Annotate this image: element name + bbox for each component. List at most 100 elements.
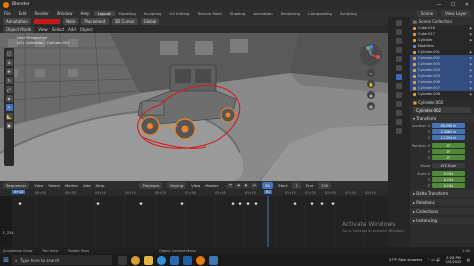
location-z-field[interactable]: 2.1394 m xyxy=(432,135,465,140)
timeline-marker-menu[interactable]: Marker xyxy=(205,183,218,188)
scene-tab-icon[interactable] xyxy=(396,56,402,62)
move-icon[interactable]: ✥ xyxy=(5,68,13,75)
workspace-tab-texture-paint[interactable]: Texture Paint xyxy=(193,11,226,16)
measure-icon[interactable]: 📐 xyxy=(5,113,13,120)
chrome-icon[interactable] xyxy=(131,255,140,265)
eye-icon[interactable]: ◉ xyxy=(469,38,472,42)
menu-window[interactable]: Window xyxy=(53,11,77,16)
jump-end-icon[interactable]: ⏭ xyxy=(251,182,258,188)
location-y-field[interactable]: 2.5062 m xyxy=(432,129,465,134)
seq-menu-select[interactable]: Select xyxy=(48,183,60,188)
output-tab-icon[interactable] xyxy=(396,38,402,44)
taskbar-search-box[interactable]: ⌕ Type here to search xyxy=(12,255,112,265)
cursor-selector[interactable]: 3D Cursor xyxy=(111,17,138,25)
tray-icons[interactable]: ⌃ ▭ 🔊 xyxy=(427,258,440,262)
scale-icon[interactable]: ⤢ xyxy=(5,86,13,93)
rotation-mode-dropdown[interactable]: XYZ Euler xyxy=(432,163,465,168)
maximize-button[interactable]: ☐ xyxy=(446,2,460,8)
physics-tab-icon[interactable] xyxy=(396,101,402,107)
scale-x-field[interactable]: 0.194 xyxy=(432,171,465,176)
3d-viewport[interactable] xyxy=(0,33,388,181)
task-view-icon[interactable] xyxy=(118,255,127,265)
weather-widget[interactable]: 57°F Rain showers xyxy=(389,258,422,262)
constraints-tab-icon[interactable] xyxy=(396,110,402,116)
modifier-tab-icon[interactable] xyxy=(396,83,402,89)
minimize-button[interactable]: — xyxy=(432,2,446,8)
file-explorer-icon[interactable] xyxy=(144,255,153,265)
eye-icon[interactable]: ◉ xyxy=(469,80,472,84)
view-layer-selector[interactable]: View Layer xyxy=(441,9,471,17)
placement-selector[interactable]: Placement xyxy=(81,17,109,25)
transform-icon[interactable]: ◈ xyxy=(5,95,13,102)
viewport-menu-view[interactable]: View xyxy=(38,27,48,32)
viewport-menu-object[interactable]: Object xyxy=(80,27,93,32)
workspace-tab-uv-editing[interactable]: UV Editing xyxy=(166,11,194,16)
playhead-marker[interactable]: 81 xyxy=(264,190,273,194)
axis-gizmo[interactable] xyxy=(360,44,382,66)
blender-taskbar-icon[interactable] xyxy=(196,255,205,265)
viewport-menu-select[interactable]: Select xyxy=(52,27,64,32)
grid-icon[interactable]: ▦ xyxy=(367,102,375,110)
render-tab-icon[interactable] xyxy=(396,29,402,35)
jump-start-icon[interactable]: ⏮ xyxy=(227,182,234,188)
start-frame-field[interactable]: 1 xyxy=(292,181,301,189)
rotate-icon[interactable]: ↻ xyxy=(5,77,13,84)
object-name-field[interactable]: Cylinder.002 xyxy=(413,107,471,113)
eye-icon[interactable]: ◉ xyxy=(469,62,472,66)
collections-section[interactable]: ▸ Collections xyxy=(410,208,474,215)
object-tab-icon[interactable] xyxy=(396,74,402,80)
windows-start-icon[interactable]: ⊞ xyxy=(0,254,12,266)
zoom-icon[interactable]: ⌕ xyxy=(367,69,375,77)
workspace-tab-sculpting[interactable]: Sculpting xyxy=(140,11,166,16)
add-cube-icon[interactable]: ▣ xyxy=(5,122,13,129)
note-selector[interactable]: Note xyxy=(62,17,79,25)
workspace-tab-animation[interactable]: Animation xyxy=(249,11,276,16)
eye-icon[interactable]: ◉ xyxy=(469,74,472,78)
scene-selector[interactable]: Scene xyxy=(416,9,438,17)
eye-icon[interactable]: ◉ xyxy=(469,50,472,54)
eye-icon[interactable]: ◉ xyxy=(469,32,472,36)
rotation-y-field[interactable]: 0° xyxy=(432,149,465,154)
location-x-field[interactable]: 89.599 m xyxy=(432,123,465,128)
transform-section[interactable]: ▾ Transform xyxy=(410,115,474,122)
close-button[interactable]: ✕ xyxy=(460,2,474,8)
tool-tab-icon[interactable] xyxy=(396,20,402,26)
camera-icon[interactable]: ◉ xyxy=(367,91,375,99)
mail-icon[interactable] xyxy=(183,255,192,265)
seq-menu-add[interactable]: Add xyxy=(83,183,90,188)
cursor-icon[interactable]: ⊕ xyxy=(5,59,13,66)
eye-icon[interactable]: ◉ xyxy=(469,56,472,60)
rotation-z-field[interactable]: 0° xyxy=(432,155,465,160)
eye-icon[interactable]: ◉ xyxy=(469,26,472,30)
workspace-tab-modeling[interactable]: Modeling xyxy=(115,11,140,16)
editor-type-dropdown[interactable]: Sequencer xyxy=(3,181,30,189)
workspace-tab-rendering[interactable]: Rendering xyxy=(277,11,304,16)
seq-menu-marker[interactable]: Marker xyxy=(65,183,78,188)
orientation-selector[interactable]: Global xyxy=(140,17,160,25)
world-tab-icon[interactable] xyxy=(396,65,402,71)
annotation-color-swatch[interactable] xyxy=(33,18,60,24)
pan-hand-icon[interactable]: ✋ xyxy=(367,80,375,88)
clock[interactable]: 5:28 PM 2/5/2022 xyxy=(445,256,461,264)
eye-icon[interactable]: ◉ xyxy=(469,92,472,96)
menu-help[interactable]: Help xyxy=(76,11,93,16)
menu-edit[interactable]: Edit xyxy=(15,11,31,16)
particles-tab-icon[interactable] xyxy=(396,92,402,98)
workspace-tab-scripting[interactable]: Scripting xyxy=(336,11,361,16)
rotation-x-field[interactable]: 0° xyxy=(432,143,465,148)
eye-icon[interactable]: ◉ xyxy=(469,86,472,90)
photos-icon[interactable] xyxy=(209,255,218,265)
scale-z-field[interactable]: 0.194 xyxy=(432,183,465,188)
store-icon[interactable] xyxy=(170,255,179,265)
workspace-tab-layout[interactable]: Layout xyxy=(93,10,115,16)
delta-transform-section[interactable]: ▸ Delta Transform xyxy=(410,190,474,197)
relations-section[interactable]: ▸ Relations xyxy=(410,199,474,206)
keying-dropdown[interactable]: Keying xyxy=(167,181,187,189)
seq-menu-strip[interactable]: Strip xyxy=(96,183,105,188)
play-reverse-icon[interactable]: ◀ xyxy=(235,182,242,188)
object-mode-dropdown[interactable]: Object Mode xyxy=(3,25,35,33)
annotation-tool-chip[interactable]: Annotation xyxy=(3,17,31,25)
data-tab-icon[interactable] xyxy=(396,119,402,125)
seq-menu-view[interactable]: View xyxy=(34,183,43,188)
notifications-icon[interactable]: ▤ xyxy=(467,258,470,262)
